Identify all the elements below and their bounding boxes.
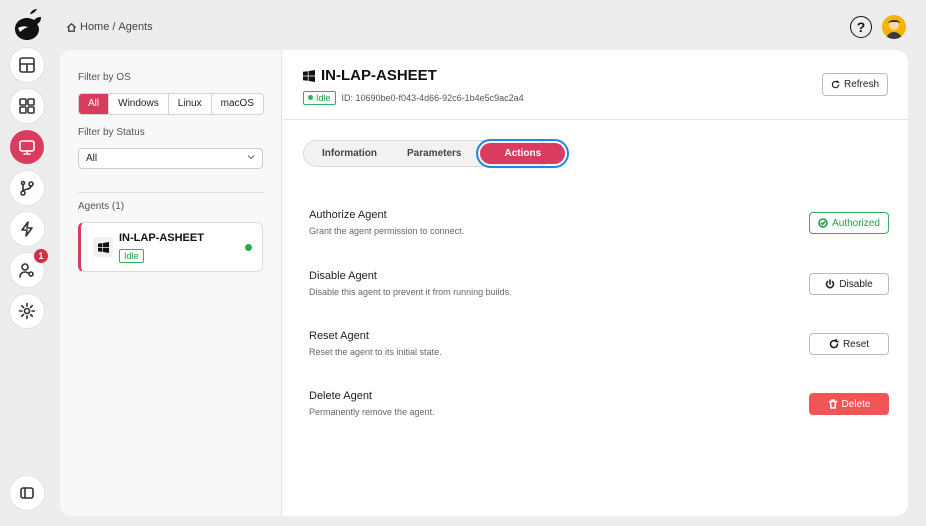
rail-users-button[interactable]: 1 [10, 249, 48, 287]
breadcrumb-separator: / [112, 21, 116, 33]
agent-id: ID: 10690be0-f043-4d66-92c6-1b4e5c9ac2a4 [341, 93, 524, 103]
refresh-icon [831, 80, 840, 89]
action-row-reset: Reset Agent Reset the agent to its initi… [309, 330, 889, 370]
reset-icon [829, 339, 839, 349]
agents-heading: Agents (1) [78, 201, 125, 212]
breadcrumb-current: Agents [118, 21, 153, 33]
windows-icon [303, 69, 315, 82]
refresh-label: Refresh [843, 79, 879, 90]
agent-list-status-badge: Idle [119, 249, 144, 263]
status-badge: Idle [303, 91, 336, 105]
user-avatar-icon [886, 20, 902, 39]
agent-detail: IN-LAP-ASHEET Idle ID: 10690be0-f043-4d6… [283, 50, 908, 516]
status-filter-label: Filter by Status [78, 127, 145, 138]
action-title: Disable Agent [309, 270, 377, 282]
check-circle-icon [818, 218, 828, 228]
action-description: Reset the agent to its initial state. [309, 347, 442, 357]
reset-button[interactable]: Reset [809, 333, 889, 355]
rail-collapse-button[interactable] [10, 476, 44, 510]
app-logo-icon[interactable] [12, 8, 42, 42]
detail-header: IN-LAP-ASHEET Idle ID: 10690be0-f043-4d6… [283, 50, 908, 120]
chevron-down-icon [247, 155, 255, 160]
rail-pipelines-button[interactable] [10, 171, 44, 205]
filters-panel: Filter by OS All Windows Linux macOS Fil… [60, 50, 282, 516]
os-filter-label: Filter by OS [78, 72, 131, 83]
tab-parameters[interactable]: Parameters [392, 143, 476, 164]
agent-list-name: IN-LAP-ASHEET [119, 232, 204, 244]
git-branch-icon [20, 180, 34, 196]
reset-label: Reset [842, 338, 870, 350]
windows-icon [93, 237, 113, 257]
action-title: Authorize Agent [309, 209, 387, 221]
detail-tabs: Information Parameters Actions [303, 139, 570, 168]
layout-icon [19, 57, 35, 73]
left-rail: 1 [0, 0, 56, 526]
notification-badge: 1 [34, 249, 48, 263]
breadcrumb-home[interactable]: Home [80, 21, 109, 33]
status-badge-label: Idle [316, 93, 331, 103]
refresh-button[interactable]: Refresh [821, 73, 888, 96]
os-filter-all[interactable]: All [79, 94, 110, 114]
action-title: Reset Agent [309, 330, 369, 342]
rail-settings-button[interactable] [10, 294, 44, 328]
user-gear-icon [19, 263, 34, 278]
tab-information[interactable]: Information [307, 143, 392, 164]
online-dot [245, 244, 252, 251]
tab-actions[interactable]: Actions [476, 139, 570, 168]
os-filter-windows[interactable]: Windows [109, 94, 169, 114]
status-filter-select[interactable]: All [78, 148, 263, 169]
action-title: Delete Agent [309, 390, 372, 402]
rail-agents-button[interactable] [10, 130, 44, 164]
disable-label: Disable [839, 278, 873, 290]
os-filter-linux[interactable]: Linux [169, 94, 212, 114]
breadcrumb: Home / Agents [66, 21, 153, 33]
dashboard-icon [19, 98, 35, 114]
delete-button[interactable]: Delete [809, 393, 889, 415]
disable-button[interactable]: Disable [809, 273, 889, 295]
rail-triggers-button[interactable] [10, 212, 44, 246]
avatar[interactable] [882, 15, 906, 39]
trash-icon [828, 399, 837, 409]
filters-divider [78, 192, 263, 193]
action-description: Permanently remove the agent. [309, 407, 435, 417]
monitor-icon [19, 140, 35, 155]
gear-icon [18, 302, 36, 320]
action-row-disable: Disable Agent Disable this agent to prev… [309, 270, 889, 310]
power-icon [826, 279, 835, 289]
sidebar-toggle-icon [20, 487, 34, 499]
os-filter-macos[interactable]: macOS [212, 94, 263, 114]
agent-list-item[interactable]: IN-LAP-ASHEET Idle [78, 222, 263, 272]
home-icon[interactable] [66, 22, 77, 33]
action-description: Disable this agent to prevent it from ru… [309, 287, 512, 297]
agent-meta: Idle ID: 10690be0-f043-4d66-92c6-1b4e5c9… [303, 91, 524, 105]
help-icon[interactable]: ? [850, 16, 872, 38]
action-row-authorize: Authorize Agent Grant the agent permissi… [309, 209, 889, 249]
authorized-label: Authorized [832, 217, 880, 229]
status-dot-icon [308, 95, 313, 100]
action-row-delete: Delete Agent Permanently remove the agen… [309, 390, 889, 430]
lightning-icon [21, 221, 33, 237]
agent-title: IN-LAP-ASHEET [321, 67, 437, 84]
os-filter-group: All Windows Linux macOS [78, 93, 264, 115]
action-description: Grant the agent permission to connect. [309, 226, 465, 236]
status-filter-value: All [86, 153, 98, 164]
main-card: Filter by OS All Windows Linux macOS Fil… [60, 50, 908, 516]
rail-layout-button[interactable] [10, 48, 44, 82]
page-title: IN-LAP-ASHEET [303, 67, 437, 84]
delete-label: Delete [841, 398, 871, 410]
authorized-button[interactable]: Authorized [809, 212, 889, 234]
rail-dashboard-button[interactable] [10, 89, 44, 123]
